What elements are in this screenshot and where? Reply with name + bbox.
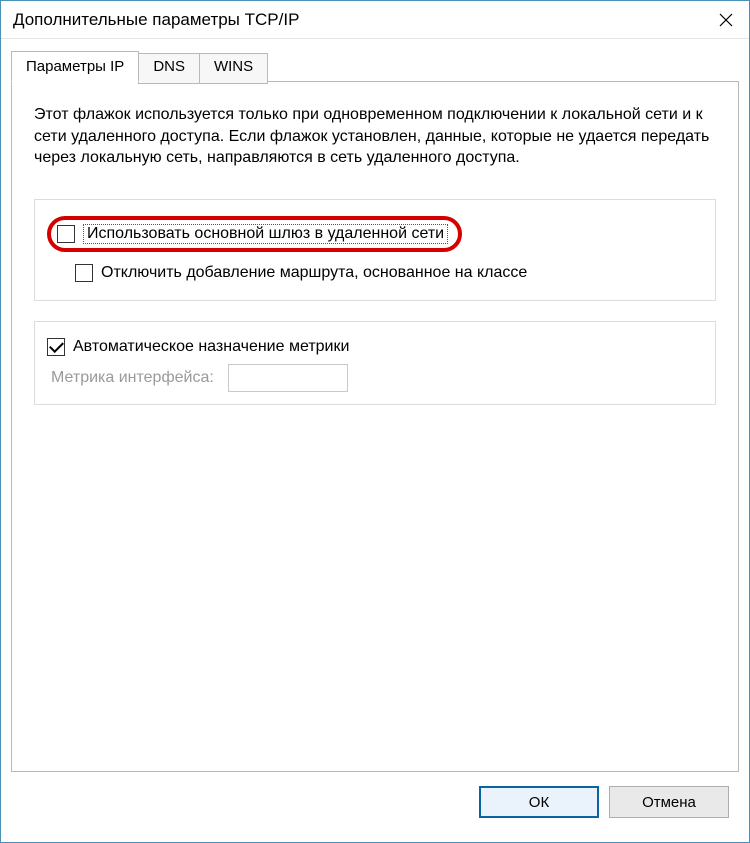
ok-button[interactable]: ОК xyxy=(479,786,599,818)
tab-label: DNS xyxy=(153,58,185,75)
dialog-window: Дополнительные параметры TCP/IP Параметр… xyxy=(0,0,750,843)
tab-label: WINS xyxy=(214,58,253,75)
class-route-checkbox-row: Отключить добавление маршрута, основанно… xyxy=(75,264,703,282)
gateway-group: Использовать основной шлюз в удаленной с… xyxy=(34,199,716,301)
dialog-footer: ОК Отмена xyxy=(11,772,739,832)
tab-ip-settings[interactable]: Параметры IP xyxy=(11,51,139,82)
button-label: Отмена xyxy=(642,794,696,811)
cancel-button[interactable]: Отмена xyxy=(609,786,729,818)
button-label: ОК xyxy=(529,794,549,811)
metric-group: Автоматическое назначение метрики Метрик… xyxy=(34,321,716,405)
window-title: Дополнительные параметры TCP/IP xyxy=(13,10,299,30)
dialog-content: Параметры IP DNS WINS Этот флажок исполь… xyxy=(1,39,749,842)
metric-input-row: Метрика интерфейса: xyxy=(51,364,703,392)
gateway-checkbox-label[interactable]: Использовать основной шлюз в удаленной с… xyxy=(83,224,448,244)
auto-metric-checkbox-label[interactable]: Автоматическое назначение метрики xyxy=(73,338,349,356)
close-button[interactable] xyxy=(703,1,749,39)
description-text: Этот флажок используется только при одно… xyxy=(34,104,716,169)
class-route-checkbox-label[interactable]: Отключить добавление маршрута, основанно… xyxy=(101,264,527,282)
titlebar: Дополнительные параметры TCP/IP xyxy=(1,1,749,39)
highlight-annotation: Использовать основной шлюз в удаленной с… xyxy=(47,216,462,252)
gateway-checkbox[interactable] xyxy=(57,225,75,243)
metric-input-label: Метрика интерфейса: xyxy=(51,369,214,387)
auto-metric-checkbox-row: Автоматическое назначение метрики xyxy=(47,338,703,356)
tab-strip: Параметры IP DNS WINS xyxy=(11,51,739,82)
tab-dns[interactable]: DNS xyxy=(138,53,200,84)
tab-label: Параметры IP xyxy=(26,58,124,75)
close-icon xyxy=(719,13,733,27)
metric-input xyxy=(228,364,348,392)
gateway-checkbox-row: Использовать основной шлюз в удаленной с… xyxy=(47,216,703,252)
auto-metric-checkbox[interactable] xyxy=(47,338,65,356)
tab-wins[interactable]: WINS xyxy=(199,53,268,84)
class-route-checkbox[interactable] xyxy=(75,264,93,282)
tab-panel-ip: Этот флажок используется только при одно… xyxy=(11,81,739,772)
